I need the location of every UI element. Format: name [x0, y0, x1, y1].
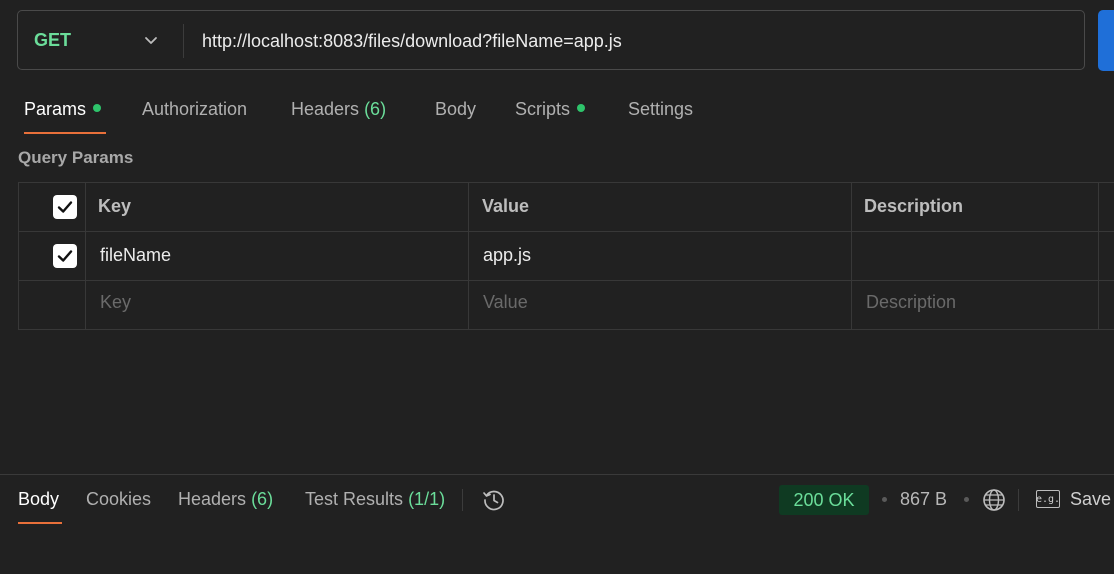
- separator-dot: [882, 497, 887, 502]
- divider: [18, 231, 1114, 232]
- save-response-button[interactable]: Save: [1070, 489, 1111, 510]
- tab-headers-label: Headers: [291, 99, 360, 119]
- response-divider[interactable]: [0, 474, 1114, 475]
- row-checkbox[interactable]: [53, 244, 77, 268]
- active-tab-indicator: [24, 132, 106, 134]
- tab-headers[interactable]: Headers (6): [291, 99, 386, 120]
- status-badge[interactable]: 200 OK: [779, 485, 869, 515]
- tab-settings[interactable]: Settings: [628, 99, 693, 120]
- checkbox-checked-icon: [57, 250, 73, 262]
- separator-dot: [964, 497, 969, 502]
- send-button[interactable]: [1098, 10, 1114, 71]
- url-input[interactable]: [202, 28, 1062, 54]
- response-tab-test-results-label: Test Results: [305, 489, 404, 509]
- column-header-description: Description: [864, 196, 964, 216]
- response-size[interactable]: 867 B: [900, 489, 947, 510]
- response-tab-body[interactable]: Body: [18, 489, 59, 510]
- new-key-input[interactable]: Key: [100, 292, 131, 313]
- tab-params[interactable]: Params: [24, 99, 102, 120]
- divider: [462, 489, 463, 511]
- response-tab-headers[interactable]: Headers (6): [178, 489, 273, 510]
- new-description-input[interactable]: Description: [866, 292, 956, 313]
- tab-authorization[interactable]: Authorization: [142, 99, 247, 120]
- divider: [85, 182, 86, 330]
- divider: [851, 182, 852, 330]
- query-params-title: Query Params: [18, 148, 134, 167]
- divider: [18, 280, 1114, 281]
- column-header-value: Value: [482, 196, 530, 216]
- response-tab-headers-count: (6): [251, 489, 274, 509]
- divider: [183, 24, 184, 58]
- response-tab-test-results[interactable]: Test Results (1/1): [305, 489, 445, 510]
- response-tab-test-results-count: (1/1): [408, 489, 446, 509]
- tab-authorization-label: Authorization: [142, 99, 248, 119]
- scripts-active-dot: [577, 104, 586, 113]
- example-icon[interactable]: e.g.: [1036, 490, 1060, 508]
- tab-scripts-label: Scripts: [515, 99, 571, 119]
- divider: [468, 182, 469, 330]
- history-icon[interactable]: [481, 487, 507, 513]
- select-all-checkbox[interactable]: [53, 195, 77, 219]
- tab-params-label: Params: [24, 99, 87, 119]
- param-value-cell[interactable]: app.js: [483, 245, 531, 266]
- tab-headers-count: (6): [364, 99, 387, 119]
- divider: [1018, 489, 1019, 511]
- tab-scripts[interactable]: Scripts: [515, 99, 586, 120]
- tab-body-label: Body: [435, 99, 477, 119]
- example-icon-label: e.g.: [1035, 493, 1061, 505]
- tab-body[interactable]: Body: [435, 99, 476, 120]
- column-header-key: Key: [98, 196, 132, 216]
- response-tab-headers-label: Headers: [178, 489, 247, 509]
- chevron-down-icon[interactable]: [142, 31, 160, 49]
- active-response-tab-indicator: [18, 522, 62, 524]
- param-key-cell[interactable]: fileName: [100, 245, 171, 266]
- divider: [1098, 182, 1099, 330]
- method-select[interactable]: GET: [34, 30, 71, 51]
- params-active-dot: [93, 104, 102, 113]
- response-tab-cookies[interactable]: Cookies: [86, 489, 151, 510]
- tab-settings-label: Settings: [628, 99, 694, 119]
- new-value-input[interactable]: Value: [483, 292, 528, 313]
- globe-icon[interactable]: [981, 487, 1007, 513]
- checkbox-checked-icon: [57, 201, 73, 213]
